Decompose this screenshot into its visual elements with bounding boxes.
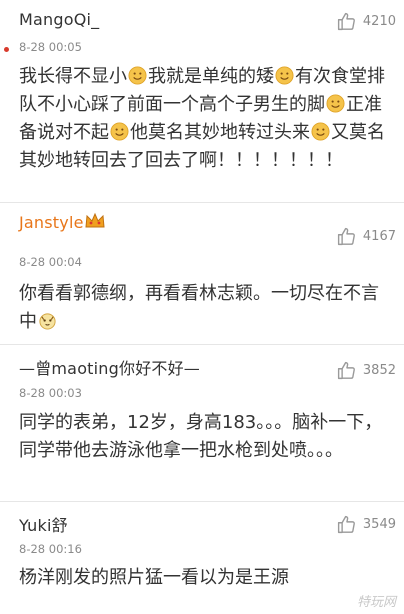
smile-emoji-icon (275, 66, 294, 85)
comment-username[interactable]: Yuki舒 (19, 512, 68, 536)
comment-feed: MangoQi_ 8-28 00:05 4210 我长得不显小 我就是单纯的矮 有次… (0, 0, 404, 614)
thumb-up-icon (337, 515, 355, 534)
like-button[interactable]: 3852 (336, 360, 396, 381)
comment-time: 8-28 00:04 (19, 255, 82, 269)
like-count: 4167 (362, 229, 396, 244)
thumb-up-icon (337, 361, 355, 380)
like-button[interactable]: 3549 (336, 514, 396, 535)
like-count: 3852 (362, 363, 396, 378)
site-watermark: 特玩网 (356, 595, 396, 610)
like-button[interactable]: 4167 (336, 226, 396, 247)
comment-username[interactable]: MangoQi_ (19, 10, 99, 29)
comment-time: 8-28 00:05 (19, 40, 82, 54)
like-count: 3549 (362, 517, 396, 532)
comment-text: 你看看郭德纲，再看看林志颖。一切尽在不言中 (19, 283, 379, 332)
crown-icon (85, 212, 105, 228)
like-button[interactable]: 4210 (336, 11, 396, 32)
like-count: 4210 (362, 14, 396, 29)
comment-item: Janstyle 8-28 00:04 4167 你看看郭德纲，再看看林志颖。一… (0, 203, 404, 345)
cute-emoji-icon (39, 313, 56, 330)
smile-emoji-icon (311, 122, 330, 141)
comment-text: 杨洋刚发的照片猛一看以为是王源 (19, 567, 289, 588)
comment-username[interactable]: —曾maoting你好不好— (19, 355, 200, 379)
comment-item: Yuki舒 8-28 00:16 3549 杨洋刚发的照片猛一看以为是王源 (0, 502, 404, 614)
comment-username[interactable]: Janstyle (19, 213, 84, 232)
comment-item: MangoQi_ 8-28 00:05 4210 我长得不显小 我就是单纯的矮 有次… (0, 0, 404, 203)
comment-time: 8-28 00:16 (19, 542, 82, 556)
status-dot (4, 47, 9, 52)
thumb-up-icon (337, 227, 355, 246)
thumb-up-icon (337, 12, 355, 31)
comment-item: —曾maoting你好不好— 8-28 00:03 3852 同学的表弟，12岁… (0, 345, 404, 502)
smile-emoji-icon (128, 66, 147, 85)
comment-text: 同学的表弟，12岁，身高183。。。脑补一下，同学带他去游泳他拿一把水枪到处喷。… (19, 412, 383, 461)
comment-time: 8-28 00:03 (19, 386, 82, 400)
comment-text: 我长得不显小 我就是单纯的矮 有次食堂排队不小心踩了前面一个高个子男生的脚 正准备说对… (19, 66, 385, 171)
smile-emoji-icon (110, 122, 129, 141)
smile-emoji-icon (326, 94, 345, 113)
